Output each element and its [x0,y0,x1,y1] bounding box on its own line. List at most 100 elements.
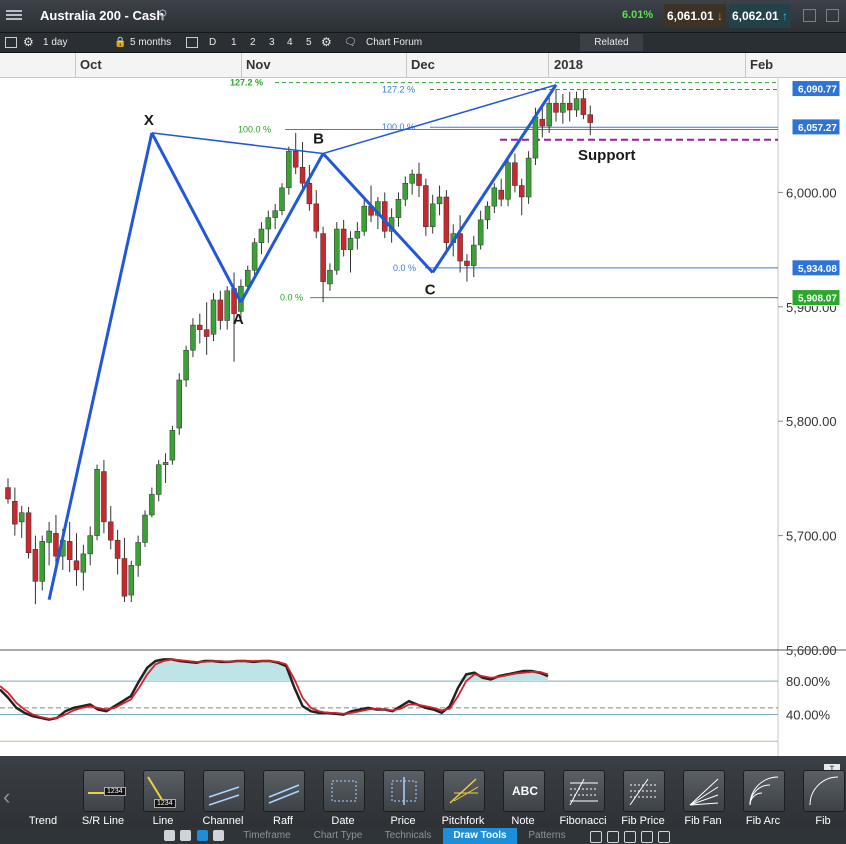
sr-tool-icon[interactable]: 1234 [83,770,126,812]
fib-tool-icon[interactable] [803,770,845,812]
candle-body [128,565,135,596]
note-tool-icon[interactable]: ABC [503,770,545,812]
pen-icon[interactable] [213,830,224,841]
chart-toolbar: ⚙ 1 day 🔒 5 months D 1 2 3 4 5 ⚙ 🗨 Chart… [0,33,846,53]
candle-body [66,541,73,560]
pattern-point-label: B [313,131,324,148]
grid-icon[interactable] [658,831,670,843]
speech-bubble-icon[interactable]: 🗨 [344,36,357,49]
candle-body [354,231,361,239]
candle-body [94,468,100,536]
chart-forum-link[interactable]: Chart Forum [366,36,422,49]
pattern-point-label: A [233,311,244,328]
candle-body [423,185,429,227]
pattern-point-label: C [425,281,436,298]
draw-tool-label: Fib Fan [684,815,722,827]
candle-body [142,514,148,543]
draw-tool-label: Note [511,815,535,827]
candle-body [251,242,258,271]
candle-body [402,182,409,200]
date-tool-icon[interactable] [323,770,365,812]
price-tag-label: 5,908.07 [798,294,837,305]
scroll-left-icon[interactable]: ‹ [3,784,10,810]
month-divider [745,53,746,77]
sell-price-button[interactable]: 6,061.01 ↓ [664,4,726,28]
minimize-icon[interactable] [803,9,816,22]
title-bar: Australia 200 - Cash ⚲ 6.01% 6,061.01 ↓ … [0,0,846,33]
month-divider [406,53,407,77]
candle-body [217,299,224,321]
search-icon[interactable]: ⚲ [158,7,168,23]
month-divider [548,53,549,77]
range-selector[interactable]: 5 months [130,36,171,49]
refresh-icon[interactable] [164,830,175,841]
zoom-in-icon[interactable] [624,831,636,843]
candle-body [114,539,121,559]
line-tool-icon[interactable]: 1234 [143,770,185,812]
price-chart[interactable]: 6,000.005,900.005,800.005,700.005,600.00… [0,78,846,756]
tab-draw-tools[interactable]: Draw Tools [443,828,517,844]
month-label-feb: Feb [750,57,774,72]
fib-fan-tool-icon[interactable] [683,770,725,812]
candle-body [532,116,539,159]
range-button-d[interactable]: D [209,36,216,49]
draw-tool-label: Fib Arc [745,815,781,827]
raff-tool-icon[interactable] [263,770,305,812]
zoom-icon[interactable] [590,831,602,843]
candle-body [80,553,87,573]
pitchfork-tool-icon[interactable] [443,770,485,812]
candle-body [546,102,552,127]
candle-body [73,560,80,571]
layout-icon[interactable] [5,37,17,48]
close-window-icon[interactable] [826,9,839,22]
range-button-5[interactable]: 5 [306,36,312,49]
fibonacci-tool-icon[interactable] [563,770,605,812]
candle-body [87,535,93,555]
price-tag-label: 6,090.77 [798,85,837,96]
fib-price-tool-icon[interactable] [623,770,665,812]
range-button-3[interactable]: 3 [269,36,275,49]
candle-body [292,150,299,168]
candle-body [320,233,326,282]
tab-timeframe[interactable]: Timeframe [232,828,302,844]
range-button-4[interactable]: 4 [287,36,293,49]
crosshair-icon[interactable] [641,831,653,843]
settings-gear-icon[interactable]: ⚙ [23,36,34,49]
range-button-2[interactable]: 2 [250,36,256,49]
candle-body [155,464,162,495]
candle-body [471,244,477,266]
fib-level-label: 100.0 % [238,124,271,134]
range-button-1[interactable]: 1 [231,36,237,49]
chart-settings-gear-icon[interactable]: ⚙ [321,36,332,49]
candle-body [327,269,333,285]
buy-price: 6,062.01 [731,9,779,23]
tab-chart-type[interactable]: Chart Type [303,828,373,844]
tab-technicals[interactable]: Technicals [373,828,443,844]
up-arrow-icon: ↑ [778,9,789,23]
zoom-out-icon[interactable] [607,831,619,843]
interval-selector[interactable]: 1 day [43,36,67,49]
price-tool-icon[interactable] [383,770,425,812]
lock-icon[interactable]: 🔒 [114,36,126,49]
candle-body [560,102,566,113]
fib-arc-tool-icon[interactable] [743,770,785,812]
pattern-point-label: X [144,112,154,129]
fib-level-label: 127.2 % [230,78,263,88]
candle-body [169,430,176,461]
candle-body [210,299,217,335]
candle-body [149,494,155,516]
buy-price-button[interactable]: 6,062.01 ↑ [729,4,791,28]
candle-body [183,350,189,381]
candle-body [258,228,265,243]
tab-patterns[interactable]: Patterns [518,828,576,844]
related-button[interactable]: Related [580,34,643,51]
candle-body [101,471,107,523]
calendar-icon[interactable] [186,37,198,48]
month-label-nov: Nov [246,57,271,72]
channel-tool-icon[interactable] [203,770,245,812]
draw-tool-label: Date [331,815,355,827]
hamburger-menu-icon[interactable] [6,8,22,22]
candle-body [347,237,354,250]
cancel-icon[interactable] [180,830,191,841]
pencil-icon[interactable] [197,830,208,841]
